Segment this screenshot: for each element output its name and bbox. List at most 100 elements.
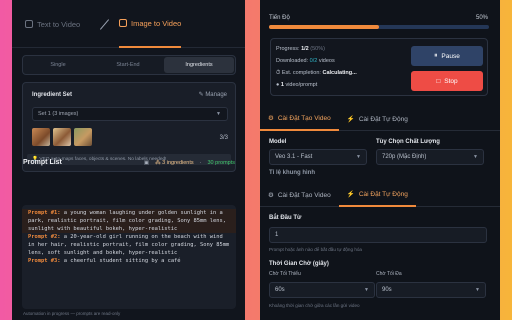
image-icon: ▣ — [143, 160, 150, 166]
selected-set: Set 1 (3 images) — [38, 111, 79, 117]
status-label: Downloaded: — [276, 58, 310, 64]
ingredient-image[interactable] — [53, 128, 71, 146]
left-panel: Text to Video Image to Video Single Star… — [12, 0, 245, 320]
progress-percent: 50% — [475, 15, 488, 21]
ingredient-image[interactable] — [32, 128, 50, 146]
tab-auto-settings[interactable]: ⚡ Cài Đặt Tự Động — [338, 183, 416, 207]
chevron-down-icon: ▼ — [356, 154, 361, 160]
tab-label: Image to Video — [131, 18, 182, 28]
clock-icon: ⏱ — [276, 70, 281, 76]
stop-label: Stop — [444, 77, 458, 85]
wait-time-hint: Khoảng thời gian chờ giữa các lần gửi vi… — [269, 303, 360, 308]
ingredients-text: 3 ingredients — [162, 160, 194, 166]
info-icon: ● — [276, 82, 280, 88]
progress-bar — [269, 25, 489, 29]
ingredient-count: 3/3 — [219, 135, 228, 141]
model-label: Model — [269, 139, 287, 145]
tab-label: Cài Đặt Tạo Video — [277, 191, 331, 199]
ingredient-set-select[interactable]: Set 1 (3 images) ▼ — [32, 107, 228, 121]
start-from-label: Bắt Đầu Từ — [269, 215, 302, 221]
stop-icon: □ — [436, 77, 441, 85]
quality-label: Tùy Chọn Chất Lượng — [376, 139, 440, 145]
progress-status: Progress: 1/2 (50%) — [276, 46, 325, 52]
chevron-down-icon: ▼ — [364, 287, 369, 293]
status-unit: video/prompt — [283, 82, 318, 88]
downloaded-status: Downloaded: 0/2 videos — [276, 58, 335, 64]
bolt-icon: ⚡ — [346, 191, 355, 198]
prompts-count: 30 prompts — [207, 160, 235, 166]
ingredients-count: ⁂ 3 ingredients — [155, 160, 194, 166]
mode-tabs: Text to Video Image to Video — [12, 0, 245, 48]
prompt-label: Prompt #2: — [28, 234, 61, 240]
mode-ingredients[interactable]: Ingredients — [164, 57, 234, 73]
status-label: Progress: — [276, 46, 302, 52]
settings-icon: ⚙ — [268, 192, 274, 199]
chevron-down-icon: ▼ — [475, 287, 480, 293]
progress-label: Tiến Độ — [269, 15, 290, 21]
stop-button[interactable]: □ Stop — [411, 71, 483, 91]
prompt-label: Prompt #3: — [28, 258, 61, 264]
min-wait-label: Chờ Tối Thiểu — [269, 271, 301, 277]
status-percent: (50%) — [310, 46, 325, 52]
tab-video-settings[interactable]: ⚙ Cài Đặt Tạo Video — [260, 107, 339, 131]
chevron-down-icon: ▼ — [473, 154, 478, 160]
quality-select[interactable]: 720p (Mặc Định) ▼ — [376, 149, 484, 165]
status-card: Progress: 1/2 (50%) Downloaded: 0/2 vide… — [270, 38, 488, 96]
max-wait-select[interactable]: 90s ▼ — [376, 282, 486, 298]
separator: · — [199, 160, 202, 166]
aspect-ratio-label: Tỉ lệ khung hình — [269, 170, 315, 176]
tab-label: Cài Đặt Tự Động — [358, 190, 408, 198]
start-from-hint: Prompt hoặc ảnh nào để bắt đầu tự động h… — [269, 247, 362, 252]
pause-icon: ⏸ — [434, 52, 438, 59]
max-wait-value: 90s — [382, 287, 392, 293]
prompt-label: Prompt #1: — [28, 210, 61, 216]
divider — [99, 19, 110, 30]
list-item: Prompt #1: a young woman laughing under … — [22, 209, 236, 233]
manage-button[interactable]: ✎ Manage — [199, 91, 227, 98]
text-icon — [25, 20, 33, 28]
settings-tabs-secondary: ⚙ Cài Đặt Tạo Video ⚡ Cài Đặt Tự Động — [260, 183, 500, 207]
rate-status: ● 1 video/prompt — [276, 82, 317, 88]
bolt-icon: ⚡ — [346, 116, 355, 123]
status-label: Est. completion: — [281, 70, 323, 76]
right-panel: Tiến Độ 50% Progress: 1/2 (50%) Download… — [260, 0, 500, 320]
tab-label: Cài Đặt Tạo Video — [277, 114, 331, 122]
mode-single[interactable]: Single — [23, 56, 93, 74]
tab-label: Cài Đặt Tự Động — [358, 115, 408, 123]
tab-label: Text to Video — [37, 19, 81, 29]
prompt-list-stats: ▣ ⁂ 3 ingredients · 30 prompts — [144, 160, 235, 166]
pause-label: Pause — [441, 52, 460, 60]
list-item: Prompt #2: a 20-year-old girl running on… — [28, 233, 230, 257]
list-item: Prompt #3: a cheerful student sitting by… — [28, 257, 230, 265]
footer-note: Automation in progress — prompts are rea… — [23, 311, 121, 316]
mode-start-end[interactable]: Start-End — [93, 56, 163, 74]
ingredient-thumbnails — [32, 128, 92, 146]
ingredient-set-title: Ingredient Set — [32, 92, 73, 98]
tab-image-to-video[interactable]: Image to Video — [119, 0, 182, 48]
prompt-list-title: Prompt List — [23, 159, 62, 166]
tab-video-settings[interactable]: ⚙ Cài Đặt Tạo Video — [260, 183, 339, 207]
settings-tabs: ⚙ Cài Đặt Tạo Video ⚡ Cài Đặt Tự Động — [260, 107, 500, 131]
quality-value: 720p (Mặc Định) — [382, 154, 427, 160]
generation-mode-selector: Single Start-End Ingredients — [22, 55, 236, 75]
wait-time-label: Thời Gian Chờ (giây) — [269, 261, 329, 267]
status-unit: videos — [317, 58, 335, 64]
chevron-down-icon: ▼ — [216, 111, 221, 117]
status-value: 1/2 — [301, 46, 309, 52]
start-from-input[interactable]: 1 — [269, 227, 487, 243]
eta-status: ⏱ Est. completion: Calculating... — [276, 70, 357, 77]
model-select[interactable]: Veo 3.1 - Fast ▼ — [269, 149, 367, 165]
pause-button[interactable]: ⏸ Pause — [411, 46, 483, 66]
tab-auto-settings[interactable]: ⚡ Cài Đặt Tự Động — [339, 107, 416, 131]
prompt-text: a cheerful student sitting by a café — [60, 258, 181, 264]
status-value: Calculating... — [322, 70, 357, 76]
progress-bar-fill — [269, 25, 379, 29]
ingredient-image[interactable] — [74, 128, 92, 146]
tab-text-to-video[interactable]: Text to Video — [25, 0, 80, 48]
image-icon — [119, 19, 127, 27]
prompt-list: Prompt #1: a young woman laughing under … — [22, 205, 236, 309]
settings-icon: ⚙ — [268, 115, 274, 122]
max-wait-label: Chờ Tối Đa — [376, 271, 402, 277]
min-wait-value: 60s — [275, 287, 285, 293]
min-wait-select[interactable]: 60s ▼ — [269, 282, 375, 298]
